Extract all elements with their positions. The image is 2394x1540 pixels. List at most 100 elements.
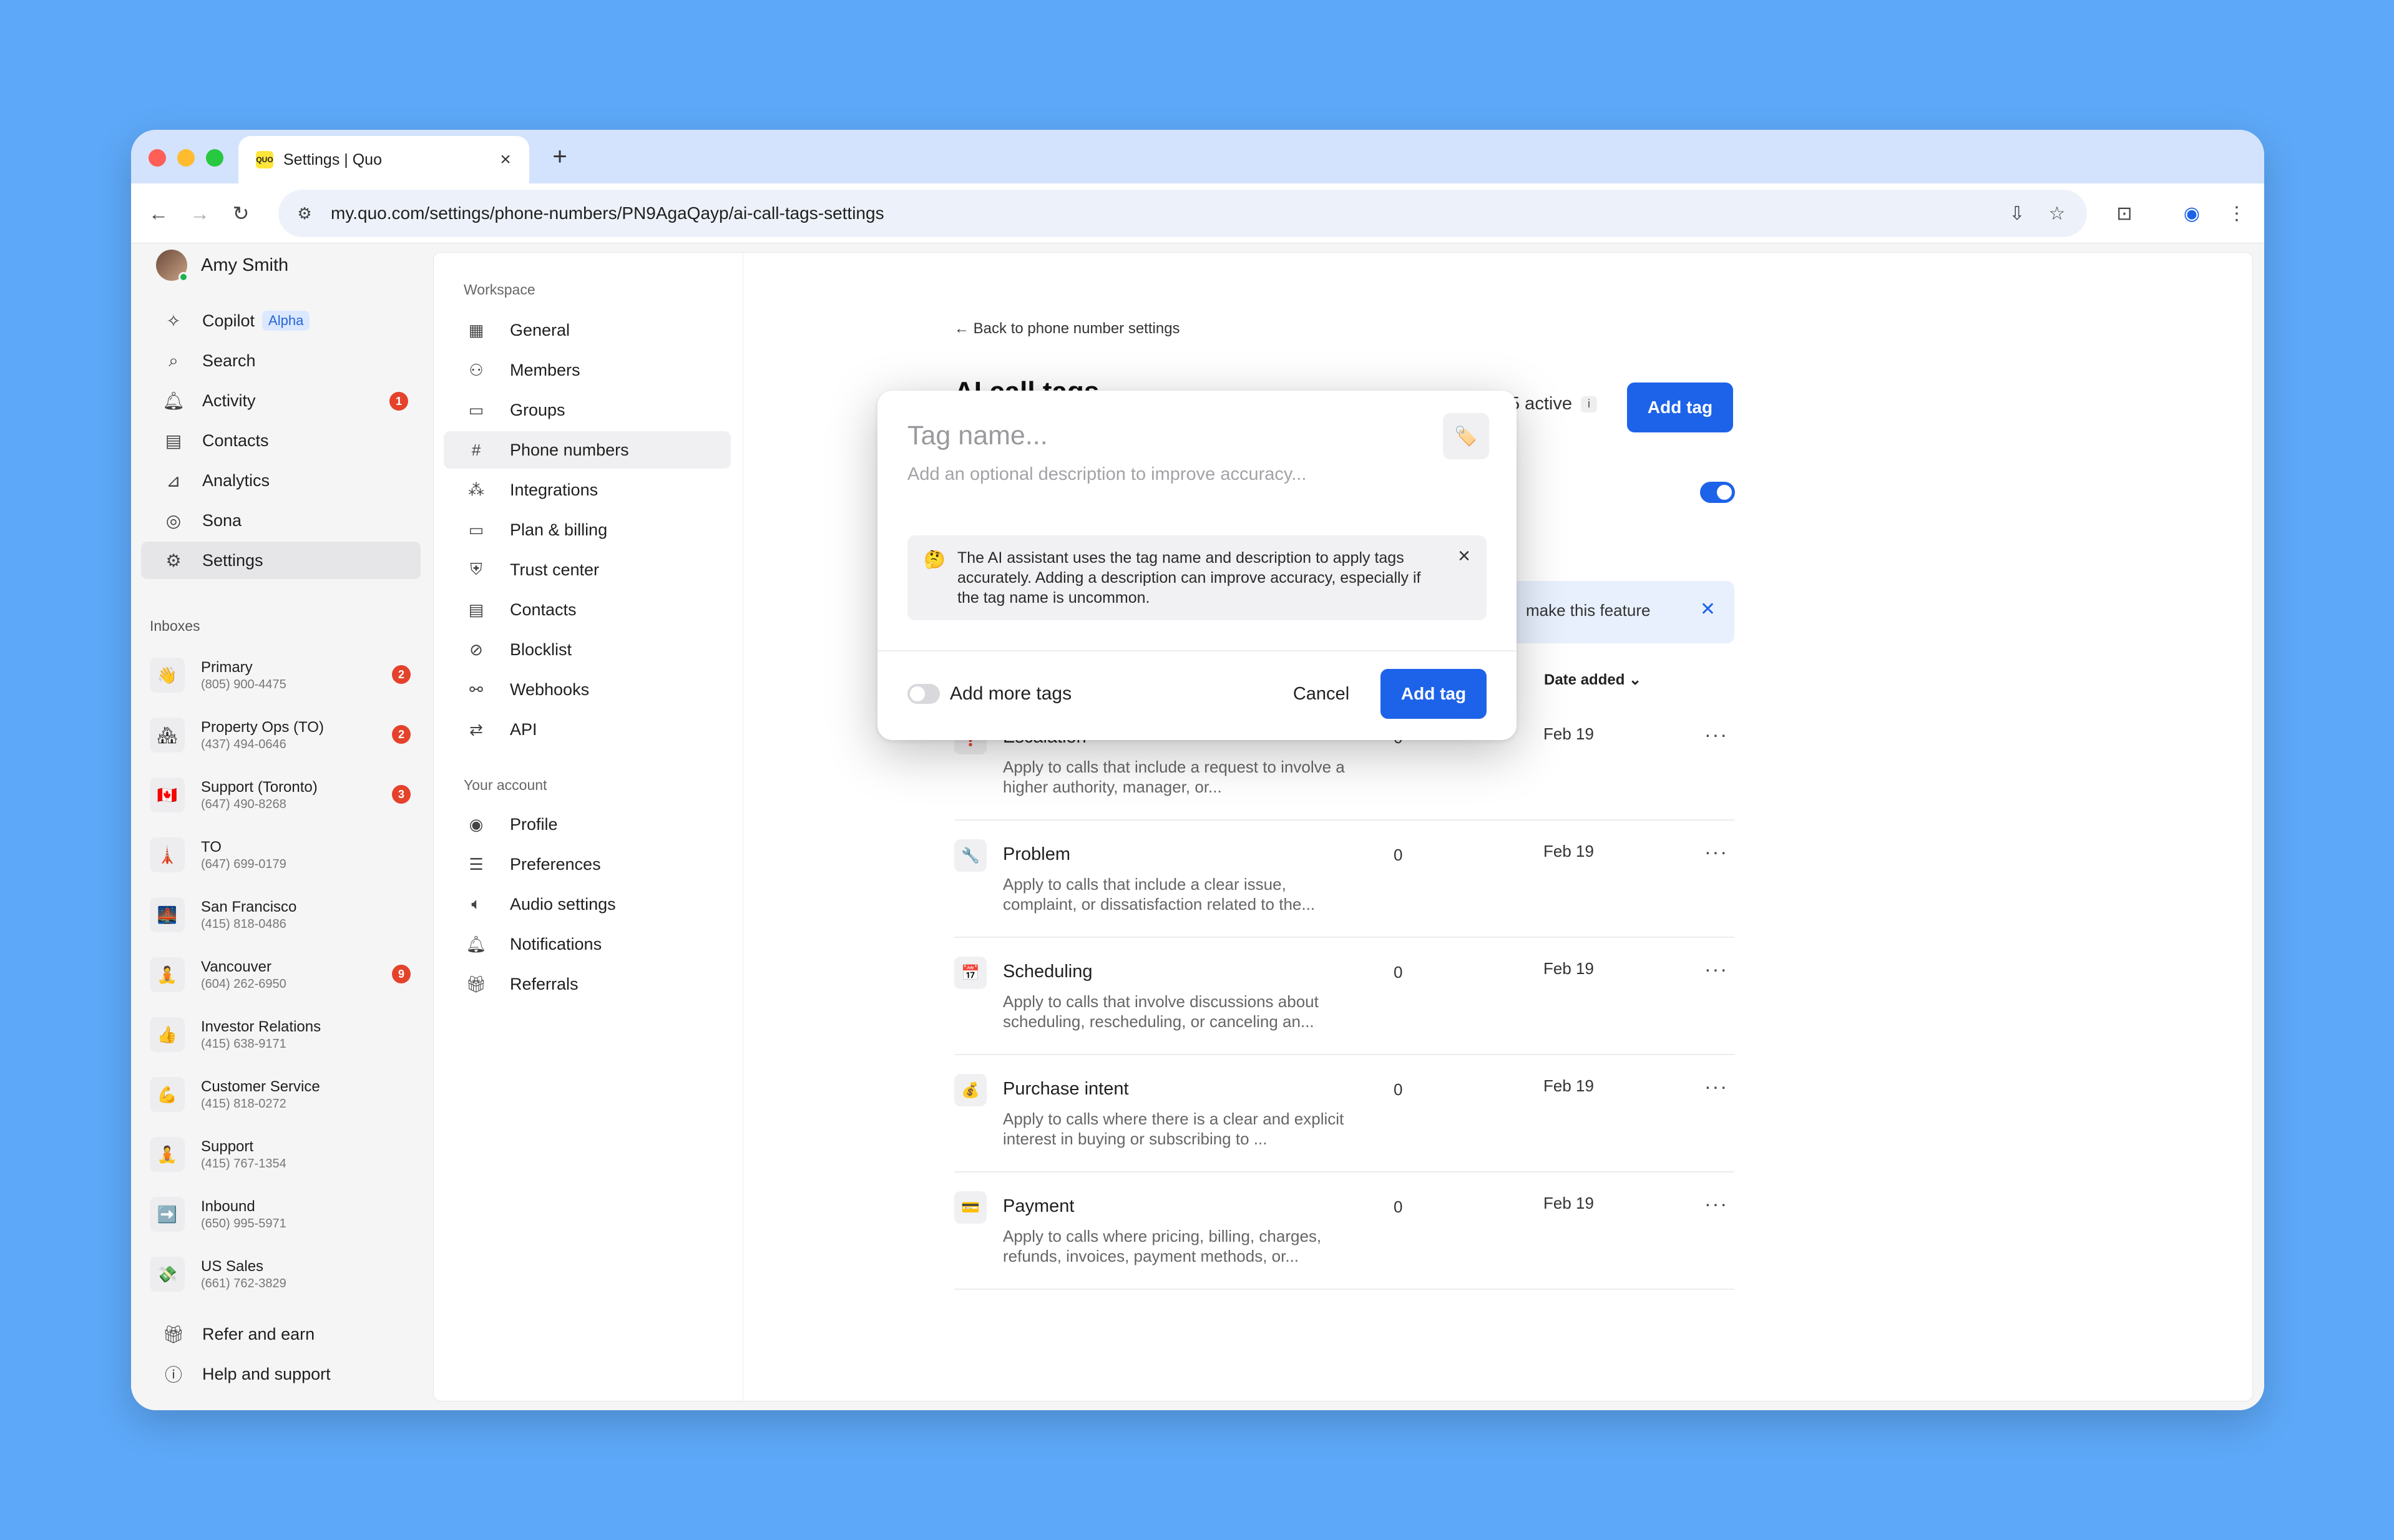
browser-menu-icon[interactable]: ⋮ <box>2223 200 2250 227</box>
settings-label: Profile <box>510 814 558 834</box>
forward-arrow-icon[interactable]: → <box>185 198 215 228</box>
settings-contacts[interactable]: ▤ Contacts <box>444 591 731 628</box>
maximize-window-button[interactable] <box>206 149 223 167</box>
nav-analytics[interactable]: ⊿ Analytics <box>141 462 421 499</box>
tag-count: 0 <box>1394 1080 1403 1099</box>
tag-row[interactable]: 📅 Scheduling Apply to calls that involve… <box>954 938 1734 1055</box>
tag-row[interactable]: 💰 Purchase intent Apply to calls where t… <box>954 1055 1734 1172</box>
site-info-icon[interactable]: ⚙ <box>293 202 316 225</box>
nav-contacts[interactable]: ▤ Contacts <box>141 422 421 459</box>
browser-tab[interactable]: QUO Settings | Quo × <box>238 136 529 183</box>
tag-emoji: 🔧 <box>954 839 987 872</box>
cancel-button[interactable]: Cancel <box>1274 669 1368 719</box>
settings-preferences[interactable]: ☰ Preferences <box>444 846 731 883</box>
settings-api[interactable]: ⇄ API <box>444 711 731 748</box>
tag-row[interactable]: 💳 Payment Apply to calls where pricing, … <box>954 1172 1734 1290</box>
gear-icon: ⚙ <box>165 550 182 570</box>
close-tab-icon[interactable]: × <box>494 149 517 171</box>
nav-copilot[interactable]: ✧ Copilot Alpha <box>141 302 421 339</box>
more-icon[interactable]: ··· <box>1704 1075 1728 1098</box>
close-icon[interactable]: × <box>1458 544 1470 568</box>
nav-activity[interactable]: 🔔︎ Activity 1 <box>141 382 421 419</box>
nav-search[interactable]: ⌕ Search <box>141 342 421 379</box>
app-sidebar: Amy Smith ✧ Copilot Alpha ⌕ Search 🔔︎ Ac… <box>131 243 431 1410</box>
settings-referrals[interactable]: 🎁︎ Referrals <box>444 965 731 1003</box>
inbox-item[interactable]: 👍 Investor Relations (415) 638-9171 <box>150 1010 421 1060</box>
nav-settings[interactable]: ⚙ Settings <box>141 542 421 579</box>
emoji-picker-button[interactable]: 🏷️ <box>1443 413 1489 459</box>
inbox-item[interactable]: 🧘 Vancouver (604) 262-6950 9 <box>150 950 421 1000</box>
nav-sona[interactable]: ◎ Sona <box>141 502 421 539</box>
settings-label: Audio settings <box>510 894 616 914</box>
alpha-tag: Alpha <box>262 311 310 331</box>
tag-row[interactable]: 🔧 Problem Apply to calls that include a … <box>954 821 1734 938</box>
date-added-sort[interactable]: Date added ⌄ <box>1544 671 1641 689</box>
inbox-badge: 2 <box>392 665 411 684</box>
settings-blocklist[interactable]: ⊘ Blocklist <box>444 631 731 668</box>
settings-label: Plan & billing <box>510 520 608 539</box>
inbox-name: Customer Service <box>201 1078 320 1095</box>
more-icon[interactable]: ··· <box>1704 958 1728 981</box>
settings-profile[interactable]: ◉ Profile <box>444 806 731 843</box>
info-icon[interactable]: i <box>1580 396 1597 412</box>
inbox-item[interactable]: 🗼 TO (647) 699-0179 <box>150 830 421 880</box>
inbox-phone: (661) 762-3829 <box>201 1277 286 1290</box>
inbox-item[interactable]: 🌉 San Francisco (415) 818-0486 <box>150 890 421 940</box>
new-tab-icon[interactable]: + <box>545 142 574 171</box>
tab-search-icon[interactable]: ⊡ <box>2111 200 2138 227</box>
settings-webhooks[interactable]: ⚯ Webhooks <box>444 671 731 708</box>
tag-description: Apply to calls where there is a clear an… <box>1003 1109 1344 1148</box>
refer-and-earn-link[interactable]: 🎁︎ Refer and earn <box>141 1315 421 1353</box>
nav-label: Sona <box>202 510 242 530</box>
inbox-badge: 2 <box>392 725 411 744</box>
inbox-emoji: ➡️ <box>150 1197 185 1232</box>
settings-audio[interactable]: 🔈︎ Audio settings <box>444 885 731 923</box>
inbox-item[interactable]: 🏘 Property Ops (TO) (437) 494-0646 2 <box>150 710 421 760</box>
thinking-emoji: 🤔 <box>924 550 945 569</box>
reload-icon[interactable]: ↻ <box>226 198 256 228</box>
more-icon[interactable]: ··· <box>1704 841 1728 864</box>
address-bar[interactable]: ⚙ my.quo.com/settings/phone-numbers/PN9A… <box>278 190 2087 237</box>
more-icon[interactable]: ··· <box>1704 1192 1728 1216</box>
minimize-window-button[interactable] <box>177 149 195 167</box>
url-text: my.quo.com/settings/phone-numbers/PN9Aga… <box>331 203 884 223</box>
settings-phone-numbers[interactable]: # Phone numbers <box>444 431 731 469</box>
feature-toggle[interactable] <box>1700 482 1735 503</box>
bookmark-star-icon[interactable]: ☆ <box>2043 200 2071 227</box>
inbox-emoji: 🧘 <box>150 957 185 992</box>
settings-plan-billing[interactable]: ▭ Plan & billing <box>444 511 731 548</box>
inbox-name: Investor Relations <box>201 1018 321 1035</box>
active-count: 5 active i <box>1510 394 1597 414</box>
user-profile[interactable]: Amy Smith <box>156 250 288 282</box>
help-and-support-link[interactable]: ⓘ Help and support <box>141 1355 421 1393</box>
add-tag-button[interactable]: Add tag <box>1627 383 1733 432</box>
inbox-item[interactable]: 💪 Customer Service (415) 818-0272 <box>150 1070 421 1119</box>
webhooks-icon: ⚯ <box>469 680 483 699</box>
tag-description-input[interactable]: Add an optional description to improve a… <box>907 464 1306 485</box>
settings-trust-center[interactable]: ⛨ Trust center <box>444 551 731 588</box>
close-window-button[interactable] <box>149 149 166 167</box>
profile-icon[interactable]: ◉ <box>2178 200 2206 227</box>
install-app-icon[interactable]: ⇩ <box>2003 200 2031 227</box>
settings-members[interactable]: ⚇ Members <box>444 351 731 389</box>
nav-label: Copilot <box>202 311 255 330</box>
tag-name-input[interactable]: Tag name... <box>907 421 1048 451</box>
bell-icon: 🔔︎ <box>466 934 487 953</box>
back-arrow-icon[interactable]: ← <box>144 198 173 228</box>
back-link[interactable]: ← Back to phone number settings <box>954 320 1180 338</box>
add-more-tags-toggle[interactable] <box>907 684 940 704</box>
inbox-item[interactable]: 💸 US Sales (661) 762-3829 <box>150 1249 421 1299</box>
inbox-name: Property Ops (TO) <box>201 719 324 736</box>
settings-notifications[interactable]: 🔔︎ Notifications <box>444 925 731 963</box>
close-icon[interactable]: ✕ <box>1700 598 1716 620</box>
settings-general[interactable]: ▦ General <box>444 311 731 349</box>
settings-groups[interactable]: ▭ Groups <box>444 391 731 429</box>
tag-name: Scheduling <box>1003 962 1093 982</box>
more-icon[interactable]: ··· <box>1704 723 1728 746</box>
inbox-item[interactable]: ➡️ Inbound (650) 995-5971 <box>150 1189 421 1239</box>
inbox-item[interactable]: 👋 Primary (805) 900-4475 2 <box>150 650 421 700</box>
inbox-item[interactable]: 🧘 Support (415) 767-1354 <box>150 1129 421 1179</box>
settings-integrations[interactable]: ⁂ Integrations <box>444 471 731 509</box>
submit-add-tag-button[interactable]: Add tag <box>1380 669 1487 719</box>
inbox-item[interactable]: 🇨🇦 Support (Toronto) (647) 490-8268 3 <box>150 770 421 820</box>
